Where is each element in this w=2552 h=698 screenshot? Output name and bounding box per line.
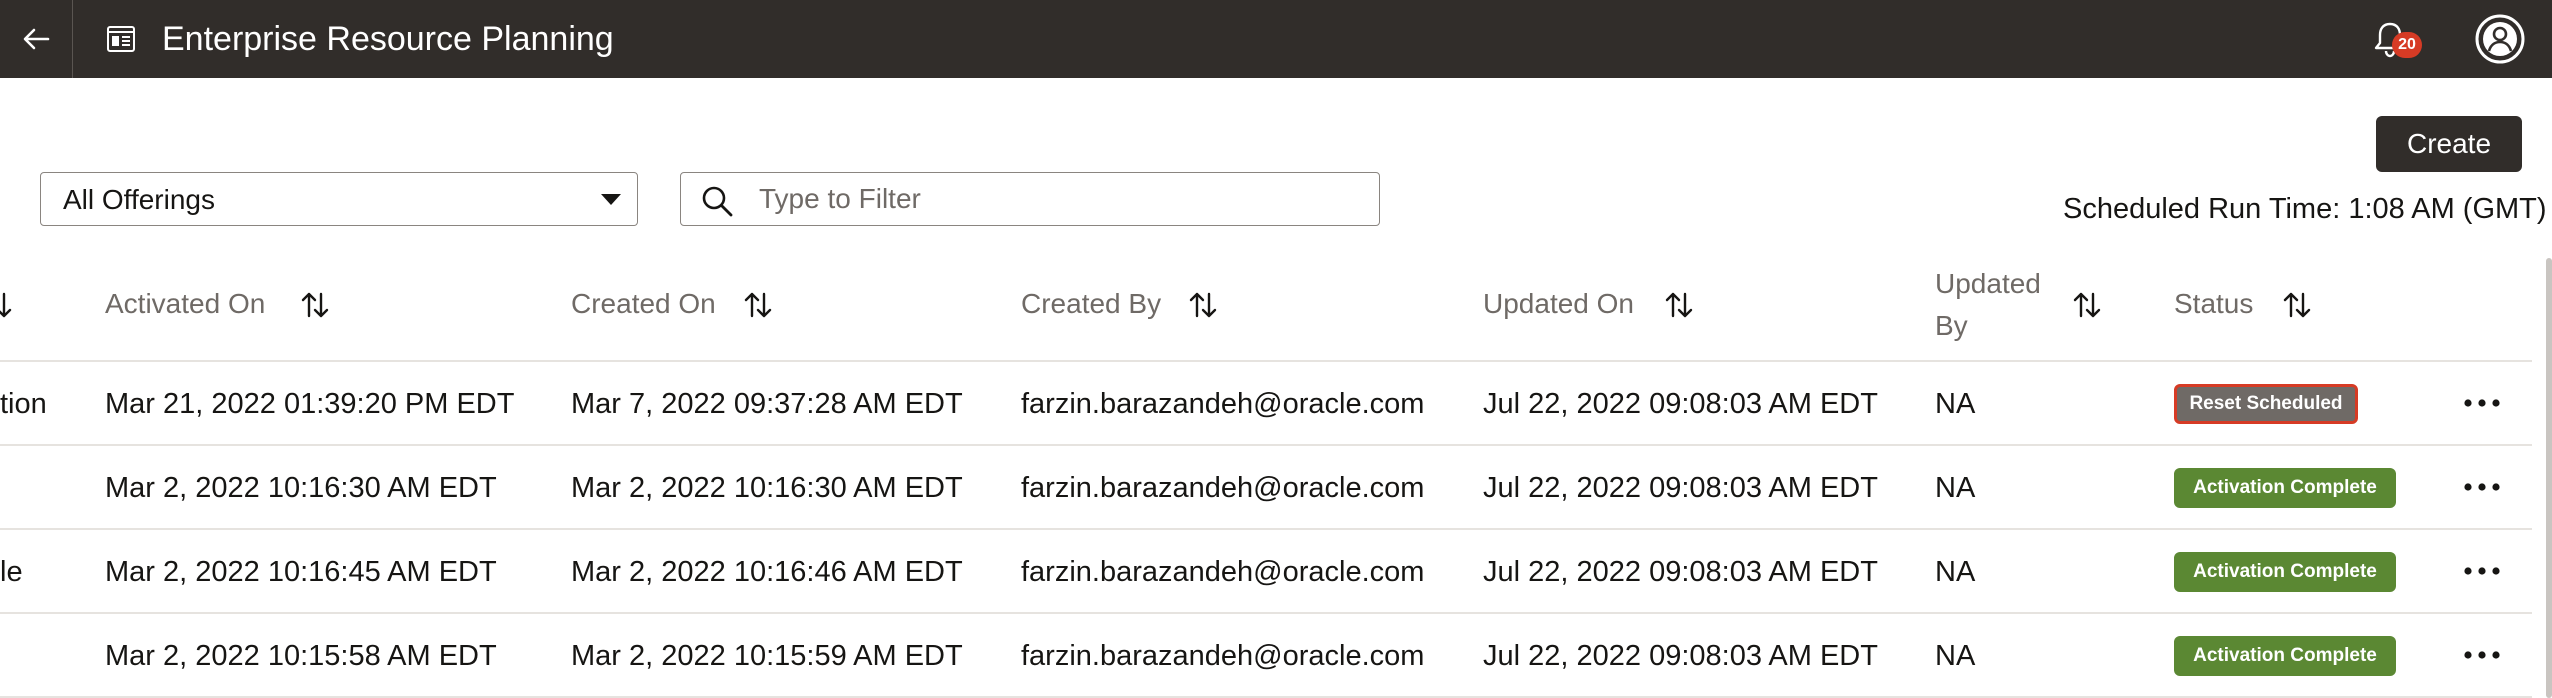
status-badge[interactable]: Reset Scheduled <box>2174 384 2358 424</box>
created-on-cell: Mar 2, 2022 10:16:30 AM EDT <box>571 472 963 504</box>
column-header-created-on[interactable]: Created On <box>571 284 716 324</box>
updated-on-cell: Jul 22, 2022 09:08:03 AM EDT <box>1483 556 1878 588</box>
created-by-cell: farzin.barazandeh@oracle.com <box>1021 640 1425 672</box>
activated-on-cell: Mar 2, 2022 10:15:58 AM EDT <box>105 640 497 672</box>
column-header-status[interactable]: Status <box>2174 284 2253 324</box>
name-cell: tion <box>0 388 47 420</box>
sort-icon[interactable] <box>1188 290 1218 320</box>
column-header-updated-by-line2: By <box>1935 310 1968 341</box>
chevron-down-icon <box>601 194 621 205</box>
column-header-updated-by-line1: Updated <box>1935 268 2041 299</box>
activated-on-cell: Mar 2, 2022 10:16:30 AM EDT <box>105 472 497 504</box>
back-button[interactable] <box>0 0 73 78</box>
created-by-cell: farzin.barazandeh@oracle.com <box>1021 388 1425 420</box>
app-title: Enterprise Resource Planning <box>162 20 614 58</box>
created-by-cell: farzin.barazandeh@oracle.com <box>1021 472 1425 504</box>
row-divider <box>0 444 2532 446</box>
app-page-icon <box>107 26 135 52</box>
updated-on-cell: Jul 22, 2022 09:08:03 AM EDT <box>1483 640 1878 672</box>
vertical-scrollbar[interactable] <box>2546 258 2552 698</box>
column-header-updated-by[interactable]: Updated By <box>1935 263 2041 347</box>
filter-input[interactable] <box>759 181 1359 217</box>
sort-icon[interactable] <box>0 290 22 320</box>
updated-on-cell: Jul 22, 2022 09:08:03 AM EDT <box>1483 388 1878 420</box>
created-on-cell: Mar 7, 2022 09:37:28 AM EDT <box>571 388 963 420</box>
updated-by-cell: NA <box>1935 640 1976 672</box>
created-on-cell: Mar 2, 2022 10:15:59 AM EDT <box>571 640 963 672</box>
updated-on-cell: Jul 22, 2022 09:08:03 AM EDT <box>1483 472 1878 504</box>
row-divider <box>0 360 2532 362</box>
column-header-updated-on[interactable]: Updated On <box>1483 284 1634 324</box>
create-button[interactable]: Create <box>2376 116 2522 172</box>
status-badge[interactable]: Activation Complete <box>2174 636 2396 676</box>
sort-icon[interactable] <box>2282 290 2312 320</box>
created-on-cell: Mar 2, 2022 10:16:46 AM EDT <box>571 556 963 588</box>
updated-by-cell: NA <box>1935 556 1976 588</box>
created-by-cell: farzin.barazandeh@oracle.com <box>1021 556 1425 588</box>
more-options-icon[interactable] <box>2462 645 2502 665</box>
activated-on-cell: Mar 21, 2022 01:39:20 PM EDT <box>105 388 515 420</box>
back-arrow-icon <box>23 28 50 50</box>
offerings-select[interactable]: All Offerings <box>40 172 638 226</box>
search-icon <box>702 186 733 217</box>
more-options-icon[interactable] <box>2462 561 2502 581</box>
app-header: Enterprise Resource Planning 20 <box>0 0 2552 78</box>
more-options-icon[interactable] <box>2462 393 2502 413</box>
user-avatar-icon[interactable] <box>2474 13 2526 65</box>
row-divider <box>0 612 2532 614</box>
offerings-select-value: All Offerings <box>63 184 215 215</box>
more-options-icon[interactable] <box>2462 477 2502 497</box>
notification-count-badge: 20 <box>2392 32 2422 58</box>
column-header-created-by[interactable]: Created By <box>1021 284 1161 324</box>
updated-by-cell: NA <box>1935 388 1976 420</box>
updated-by-cell: NA <box>1935 472 1976 504</box>
filter-field[interactable] <box>680 172 1380 226</box>
column-header-activated-on[interactable]: Activated On <box>105 284 265 324</box>
sort-icon[interactable] <box>300 290 330 320</box>
name-cell: le <box>0 556 23 588</box>
activated-on-cell: Mar 2, 2022 10:16:45 AM EDT <box>105 556 497 588</box>
status-badge[interactable]: Activation Complete <box>2174 468 2396 508</box>
sort-icon[interactable] <box>1664 290 1694 320</box>
row-divider <box>0 528 2532 530</box>
sort-icon[interactable] <box>743 290 773 320</box>
sort-icon[interactable] <box>2072 290 2102 320</box>
status-badge[interactable]: Activation Complete <box>2174 552 2396 592</box>
scheduled-run-time: Scheduled Run Time: 1:08 AM (GMT) <box>2063 193 2547 225</box>
